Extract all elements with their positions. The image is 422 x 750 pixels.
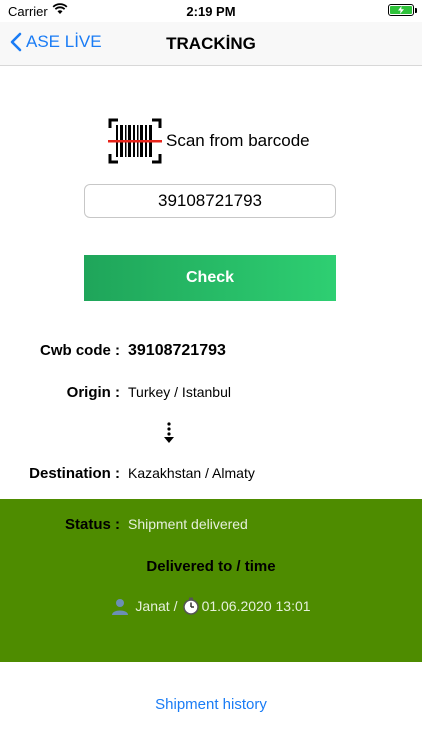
status-value: Shipment delivered xyxy=(128,516,248,532)
scan-barcode-button[interactable]: Scan from barcode xyxy=(108,118,310,164)
destination-value: Kazakhstan / Almaty xyxy=(128,465,255,481)
status-row: Status : Shipment delivered xyxy=(0,516,422,533)
barcode-scan-icon xyxy=(108,118,162,164)
down-arrow-icon xyxy=(0,421,338,450)
cwb-value: 39108721793 xyxy=(128,342,226,359)
origin-label: Origin : xyxy=(66,384,120,401)
status-label: Status : xyxy=(64,516,120,533)
page-title: TRACKİNG xyxy=(166,34,256,53)
user-icon xyxy=(112,599,129,615)
status-bar: Carrier 2:19 PM xyxy=(0,0,422,22)
scan-label: Scan from barcode xyxy=(166,131,310,150)
delivered-detail: Janat / 01.06.2020 13:01 xyxy=(0,597,422,615)
shipment-history-link[interactable]: Shipment history xyxy=(0,696,422,713)
delivered-title: Delivered to / time xyxy=(146,558,276,575)
delivery-time: 01.06.2020 13:01 xyxy=(201,598,311,614)
clock-time: 2:19 PM xyxy=(186,4,236,19)
tracking-code-input[interactable] xyxy=(84,184,336,218)
origin-row: Origin : Turkey / Istanbul xyxy=(0,384,422,401)
origin-value: Turkey / Istanbul xyxy=(128,384,231,400)
navigation-bar: ASE LİVE TRACKİNG xyxy=(0,22,422,66)
cwb-row: Cwb code : 39108721793 xyxy=(0,342,422,360)
check-button[interactable]: Check xyxy=(84,255,336,301)
cwb-label: Cwb code : xyxy=(39,342,120,359)
destination-row: Destination : Kazakhstan / Almaty xyxy=(0,465,422,482)
battery-tip xyxy=(415,8,417,13)
clock-icon xyxy=(182,597,199,615)
destination-label: Destination : xyxy=(29,465,120,482)
recipient-name: Janat xyxy=(135,598,170,614)
detail-separator: / xyxy=(173,598,178,614)
battery-icon xyxy=(388,4,414,16)
